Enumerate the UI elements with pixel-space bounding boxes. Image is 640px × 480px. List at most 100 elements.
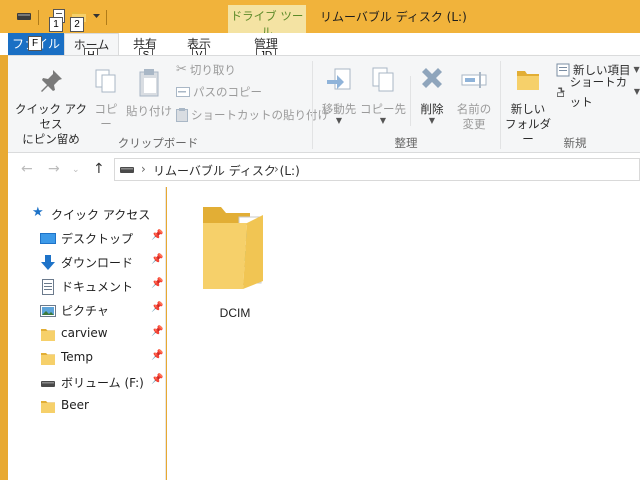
pin-icon[interactable]: 📌 — [151, 278, 163, 289]
nav-quick-access[interactable]: ★ クイック アクセス — [8, 203, 165, 227]
copy-to-button[interactable]: コピー先 ▼ — [360, 66, 406, 125]
nav-item-downloads[interactable]: ダウンロード 📌 — [8, 251, 165, 275]
keytip-2: 2 — [70, 17, 84, 32]
pin-icon — [41, 70, 62, 92]
delete-icon — [422, 68, 442, 88]
nav-item-label: Beer — [61, 398, 89, 412]
nav-quick-access-label: クイック アクセス — [51, 208, 151, 222]
pin-icon[interactable]: 📌 — [151, 302, 163, 313]
copy-to-label: コピー先 — [360, 102, 406, 116]
copy-path-button[interactable]: パスのコピー — [176, 82, 262, 102]
navigation-pane: ★ クイック アクセス デスクトップ 📌 ダウンロード 📌 ドキュメント 📌 ピ… — [8, 187, 166, 480]
shortcut-label: ショートカット — [569, 75, 628, 109]
delete-button[interactable]: 削除 ▼ — [412, 66, 452, 125]
nav-item-temp[interactable]: Temp 📌 — [8, 347, 165, 371]
nav-item-label: carview — [61, 326, 108, 340]
pin-icon[interactable]: 📌 — [151, 230, 163, 241]
chevron-down-icon[interactable] — [91, 4, 101, 28]
nav-item-documents[interactable]: ドキュメント 📌 — [8, 275, 165, 299]
download-icon — [41, 255, 55, 270]
pin-icon[interactable]: 📌 — [151, 350, 163, 361]
nav-item-label: デスクトップ — [61, 232, 134, 246]
qat-separator — [38, 10, 39, 25]
move-to-label: 移動先 — [321, 102, 357, 116]
pin-icon[interactable]: 📌 — [151, 374, 163, 385]
drive-icon — [120, 167, 134, 173]
move-to-icon — [327, 68, 351, 90]
folder-icon — [41, 401, 55, 413]
copy-path-label: パスのコピー — [193, 85, 262, 99]
paste-button[interactable]: 貼り付け — [126, 68, 172, 119]
address-bar[interactable]: › リムーバブル ディスク (L:) › — [114, 158, 640, 181]
desktop-icon — [40, 233, 56, 244]
nav-item-volume-f[interactable]: ボリューム (F:) 📌 — [8, 371, 165, 395]
breadcrumb-separator-icon[interactable]: › — [274, 162, 279, 176]
drive-icon[interactable] — [16, 4, 32, 28]
rename-label: 名前の 変更 — [456, 102, 492, 131]
file-item-dcim[interactable]: DCIM — [195, 201, 275, 320]
nav-item-label: Temp — [61, 350, 93, 364]
nav-item-desktop[interactable]: デスクトップ 📌 — [8, 227, 165, 251]
nav-item-carview[interactable]: carview 📌 — [8, 323, 165, 347]
back-arrow-icon[interactable]: ← — [21, 161, 33, 177]
folder-icon — [41, 329, 55, 341]
cut-label: 切り取り — [189, 63, 236, 77]
shortcut-button[interactable]: ショートカット ▼ — [556, 75, 640, 109]
paste-label: 貼り付け — [126, 104, 172, 118]
folder-icon — [41, 353, 55, 365]
copy-to-icon — [372, 67, 394, 92]
qat-separator — [106, 10, 107, 25]
paste-shortcut-icon — [176, 108, 188, 122]
new-group-label: 新規 — [563, 136, 587, 150]
navigation-bar: ← → ⌄ ↑ › リムーバブル ディスク (L:) › — [8, 153, 640, 187]
chevron-down-icon[interactable]: ⌄ — [72, 165, 80, 175]
copy-button[interactable]: コピー — [90, 68, 122, 132]
nav-item-pictures[interactable]: ピクチャ 📌 — [8, 299, 165, 323]
window-title: リムーバブル ディスク (L:) — [320, 10, 467, 24]
rename-button[interactable]: 名前の 変更 — [452, 66, 496, 132]
cut-button[interactable]: ✂ 切り取り — [176, 60, 236, 80]
folder-icon — [517, 71, 539, 90]
breadcrumb-separator-icon[interactable]: › — [141, 162, 146, 176]
copy-icon — [95, 69, 116, 93]
up-arrow-icon[interactable]: ↑ — [93, 161, 105, 177]
chevron-down-icon: ▼ — [633, 65, 640, 74]
nav-item-label: ボリューム (F:) — [61, 376, 144, 390]
nav-item-beer[interactable]: Beer — [8, 395, 165, 419]
organize-group-label: 整理 — [394, 136, 418, 150]
document-icon — [42, 279, 54, 295]
new-item-icon — [556, 63, 570, 77]
nav-item-label: ドキュメント — [61, 280, 134, 294]
nav-item-label: ピクチャ — [61, 304, 109, 318]
shortcut-icon — [557, 87, 565, 97]
clipboard-group-label: クリップボード — [117, 136, 199, 150]
picture-icon — [40, 305, 56, 317]
copy-label: コピー — [94, 102, 118, 131]
nav-item-label: ダウンロード — [61, 256, 134, 270]
keytip-file: F — [28, 36, 42, 51]
keytip-1: 1 — [49, 17, 63, 32]
paste-icon — [139, 69, 159, 97]
ribbon-tabs: ファイル F ホーム H 共有 S 表示 V 管理 JD — [0, 33, 640, 63]
chevron-down-icon: ▼ — [428, 116, 436, 125]
drive-icon — [41, 381, 55, 387]
file-item-label: DCIM — [219, 306, 251, 320]
chevron-down-icon: ▼ — [379, 116, 387, 125]
star-icon: ★ — [32, 205, 44, 220]
button-separator — [410, 76, 411, 126]
pin-icon[interactable]: 📌 — [151, 254, 163, 265]
ribbon: クイック アクセス にピン留め コピー 貼り付け ✂ 切り取り パスのコピー シ… — [8, 55, 640, 153]
chevron-down-icon: ▼ — [633, 87, 640, 96]
title-bar: 1 2 ドライブ ツール リムーバブル ディスク (L:) — [0, 0, 640, 39]
pin-icon[interactable]: 📌 — [151, 326, 163, 337]
delete-label: 削除 — [420, 102, 444, 116]
folder-icon — [203, 207, 263, 289]
chevron-down-icon: ▼ — [335, 116, 343, 125]
file-list[interactable]: DCIM — [167, 187, 640, 480]
path-icon — [176, 87, 190, 97]
paste-shortcut-label: ショートカットの貼り付け — [191, 108, 329, 122]
move-to-button[interactable]: 移動先 ▼ — [316, 66, 362, 125]
rename-icon — [461, 72, 487, 88]
paste-shortcut-button[interactable]: ショートカットの貼り付け — [176, 105, 329, 125]
forward-arrow-icon[interactable]: → — [48, 161, 60, 177]
